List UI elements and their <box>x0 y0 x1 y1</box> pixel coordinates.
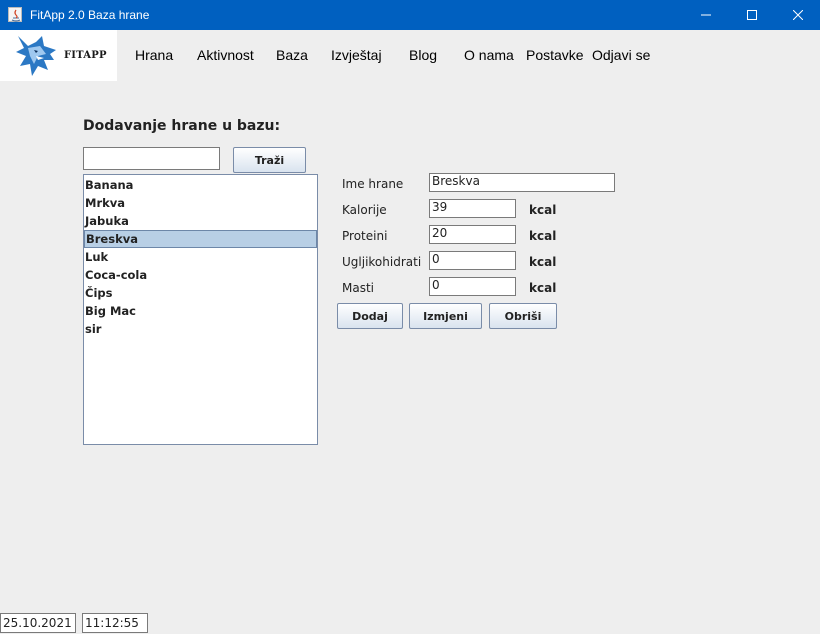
list-item-selected[interactable]: Breskva <box>84 230 317 248</box>
carbs-unit: kcal <box>529 255 557 269</box>
list-item[interactable]: Mrkva <box>84 194 317 212</box>
minimize-button[interactable] <box>683 0 729 30</box>
maximize-button[interactable] <box>729 0 775 30</box>
window-title: FitApp 2.0 Baza hrane <box>30 8 150 22</box>
status-time: 11:12:55 <box>82 613 148 633</box>
close-icon <box>793 10 803 20</box>
fats-unit: kcal <box>529 281 557 295</box>
food-list[interactable]: Banana Mrkva Jabuka Breskva Luk Coca-col… <box>83 174 318 445</box>
delete-button[interactable]: Obriši <box>489 303 557 329</box>
calories-unit: kcal <box>529 203 557 217</box>
section-title: Dodavanje hrane u bazu: <box>83 118 281 134</box>
list-item[interactable]: Luk <box>84 248 317 266</box>
list-item[interactable]: Big Mac <box>84 302 317 320</box>
proteins-label: Proteini <box>342 229 388 243</box>
proteins-field[interactable]: 20 <box>429 225 516 244</box>
logo-text: FITAPP <box>64 50 107 61</box>
title-bar[interactable]: FitApp 2.0 Baza hrane <box>0 0 820 30</box>
menu-item-odjavi-se[interactable]: Odjavi se <box>592 47 650 63</box>
fitapp-logo: FITAPP <box>0 30 117 81</box>
fats-field[interactable]: 0 <box>429 277 516 296</box>
menu-item-postavke[interactable]: Postavke <box>526 47 584 63</box>
minimize-icon <box>701 14 711 16</box>
search-input[interactable] <box>83 147 220 170</box>
menu-item-hrana[interactable]: Hrana <box>135 47 173 63</box>
menu-item-blog[interactable]: Blog <box>409 47 437 63</box>
search-button[interactable]: Traži <box>233 147 306 173</box>
menu-item-baza[interactable]: Baza <box>276 47 308 63</box>
carbs-label: Ugljikohidrati <box>342 255 422 269</box>
fats-label: Masti <box>342 281 374 295</box>
list-item[interactable]: Coca-cola <box>84 266 317 284</box>
name-label: Ime hrane <box>342 177 404 191</box>
list-item[interactable]: Jabuka <box>84 212 317 230</box>
list-item[interactable]: Čips <box>84 284 317 302</box>
edit-button[interactable]: Izmjeni <box>409 303 482 329</box>
wolf-logo-icon <box>16 36 56 76</box>
java-app-icon <box>8 7 22 22</box>
list-item[interactable]: Banana <box>84 176 317 194</box>
calories-label: Kalorije <box>342 203 387 217</box>
menu-item-o-nama[interactable]: O nama <box>464 47 514 63</box>
close-button[interactable] <box>775 0 820 30</box>
menu-item-aktivnost[interactable]: Aktivnost <box>197 47 254 63</box>
calories-field[interactable]: 39 <box>429 199 516 218</box>
proteins-unit: kcal <box>529 229 557 243</box>
status-date: 25.10.2021 <box>0 613 76 633</box>
list-item[interactable]: sir <box>84 320 317 338</box>
carbs-field[interactable]: 0 <box>429 251 516 270</box>
add-button[interactable]: Dodaj <box>337 303 403 329</box>
menu-bar: FITAPP Hrana Aktivnost Baza Izvještaj Bl… <box>0 30 820 82</box>
maximize-icon <box>747 10 757 20</box>
menu-item-izvjestaj[interactable]: Izvještaj <box>331 47 382 63</box>
name-field[interactable]: Breskva <box>429 173 615 192</box>
